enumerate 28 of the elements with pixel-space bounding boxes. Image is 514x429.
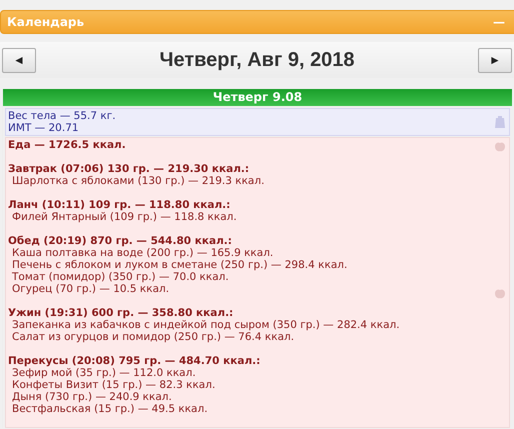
meal-item: Запеканка из кабачков с индейкой под сыром (350 гр.) — 282.4 ккал.	[11, 319, 400, 331]
meal-item: Филей Янтарный (109 гр.) — 118.8 ккал.	[11, 211, 238, 223]
food-total: Еда — 1726.5 ккал.	[8, 139, 127, 151]
meal-item: Дыня (730 гр.) — 240.9 ккал.	[11, 391, 173, 403]
meal-title: Ужин (19:31) 600 гр. — 358.80 ккал.:	[8, 307, 234, 319]
meal-item: Огурец (70 гр.) — 10.5 ккал.	[11, 283, 170, 295]
meal-item: Шарлотка с яблоками (130 гр.) — 219.3 ккал.	[11, 175, 266, 187]
meal-item: Каша полтавка на воде (200 гр.) — 165.9 ккал.	[11, 247, 274, 259]
weight-icon	[495, 116, 505, 128]
meal-item: Салат из огурцов и помидор (250 гр.) — 76.4 ккал.	[11, 331, 296, 343]
next-button[interactable]: ►	[478, 48, 512, 72]
day-heading: Четверг 9.08	[3, 89, 512, 106]
meal-item: Зефир мой (35 гр.) — 112.0 ккал.	[11, 367, 197, 379]
apple-icon	[495, 288, 505, 299]
meal-title: Ланч (10:11) 109 гр. — 118.80 ккал.:	[8, 199, 232, 211]
weight-line: Вес тела — 55.7 кг.	[8, 110, 116, 122]
previous-button[interactable]: ◄	[2, 48, 36, 72]
weight-line: ИМТ — 20.71	[8, 122, 80, 134]
meal-item: Конфеты Визит (15 гр.) — 82.3 ккал.	[11, 379, 216, 391]
panel-title: Календарь	[7, 15, 84, 29]
meal-title: Завтрак (07:06) 130 гр. — 219.30 ккал.:	[8, 163, 250, 175]
meal-title: Обед (20:19) 870 гр. — 544.80 ккал.:	[8, 235, 233, 247]
date-title: Четверг, Авг 9, 2018	[159, 48, 355, 72]
apple-icon	[495, 141, 505, 152]
meal-title: Перекусы (20:08) 795 гр. — 484.70 ккал.:	[8, 355, 262, 367]
meal-item: Томат (помидор) (350 гр.) — 70.0 ккал.	[11, 271, 230, 283]
meal-item: Печень с яблоком и луком в сметане (250 гр.) — 298.4 ккал.	[11, 259, 348, 271]
meal-item: Вестфальская (15 гр.) — 49.5 ккал.	[11, 403, 209, 415]
